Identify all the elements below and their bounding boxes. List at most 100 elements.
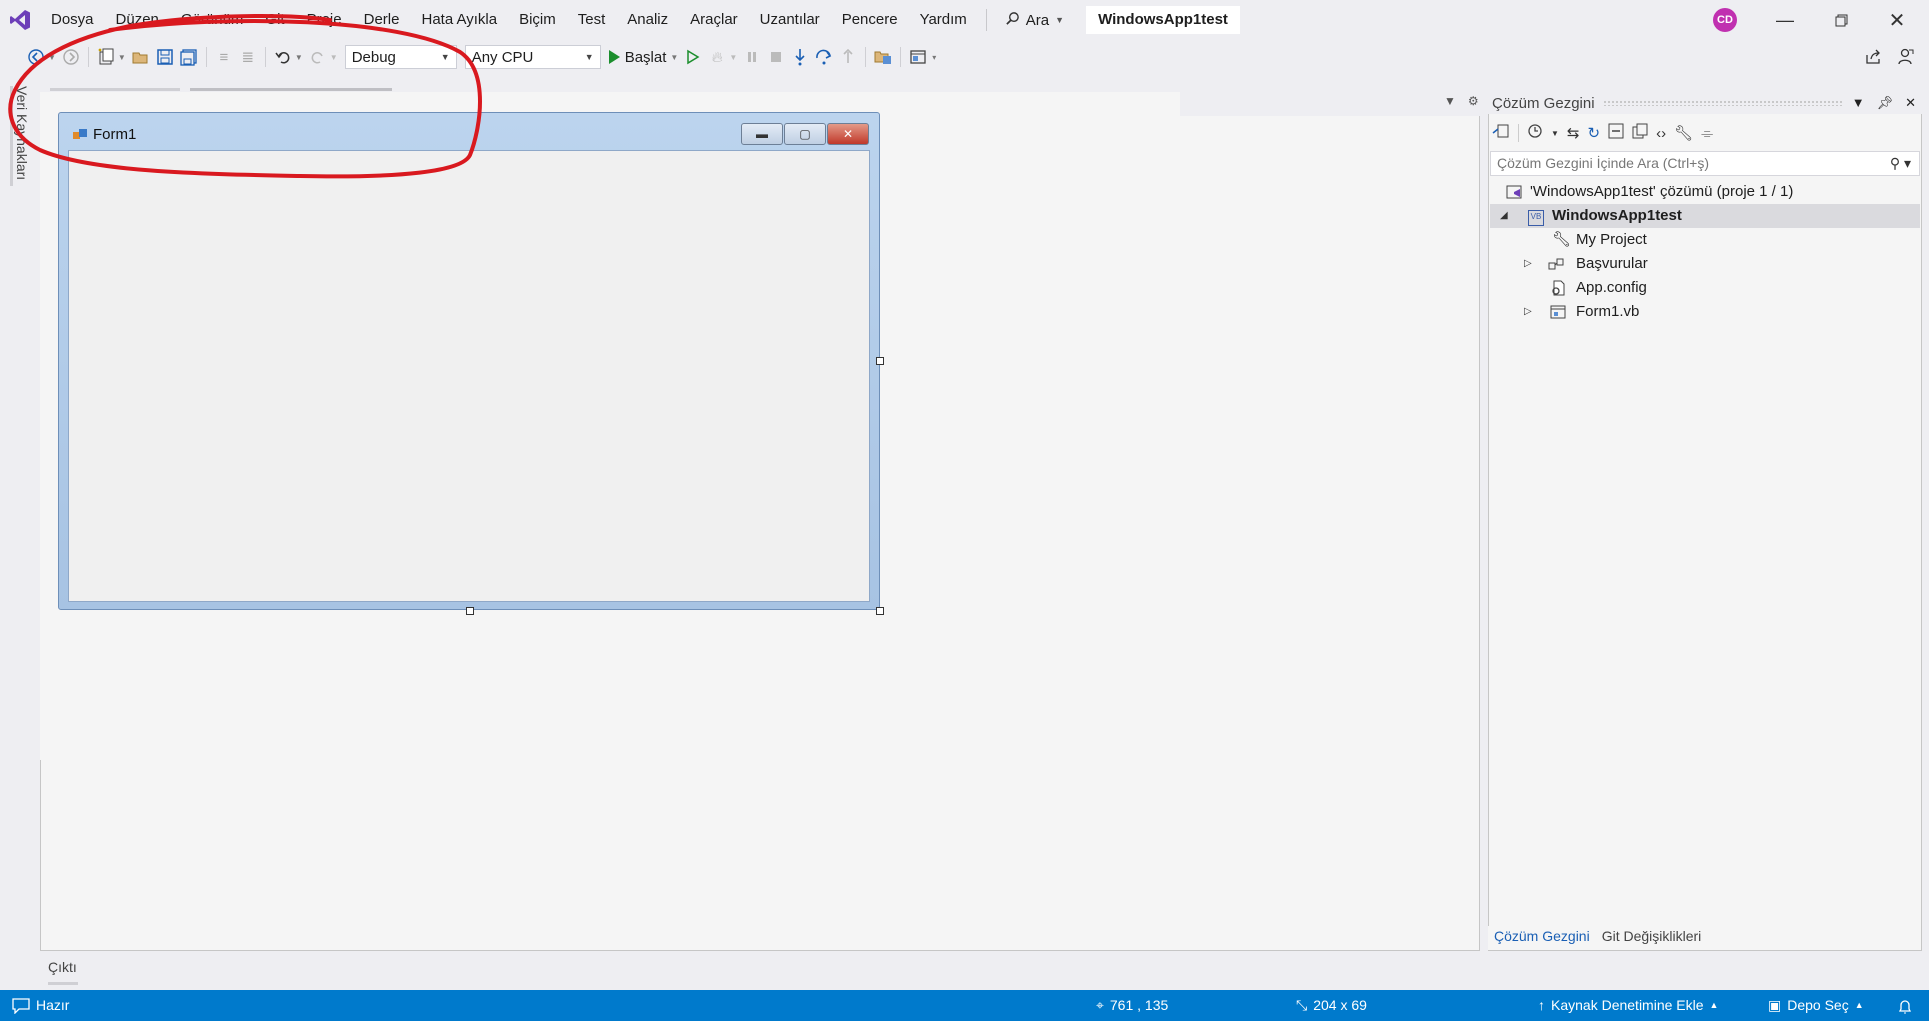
properties-wrench-icon[interactable]: 🔧︎ xyxy=(1674,124,1693,142)
document-tab-indicator[interactable] xyxy=(190,88,392,91)
refresh-icon[interactable]: ↻ xyxy=(1588,124,1601,142)
hot-reload-button[interactable]: 🔥︎ xyxy=(705,45,729,69)
form-maximize-button[interactable]: ▢ xyxy=(784,123,826,145)
uncomment-button[interactable]: ≣ xyxy=(236,45,260,69)
pending-changes-filter-icon[interactable] xyxy=(1527,123,1543,143)
play-outline-icon xyxy=(687,49,700,65)
redo-dropdown-icon[interactable]: ▼ xyxy=(330,53,338,62)
open-file-button[interactable] xyxy=(129,45,153,69)
tree-node-my-project[interactable]: 🔧︎ My Project xyxy=(1490,228,1920,252)
menu-hata-ayikla[interactable]: Hata Ayıkla xyxy=(410,0,508,40)
tree-node-label: My Project xyxy=(1576,231,1647,248)
hot-reload-dropdown-icon[interactable]: ▼ xyxy=(729,53,737,62)
collapse-all-icon[interactable] xyxy=(1608,123,1624,143)
pin-icon[interactable]: 📌︎ xyxy=(1877,95,1894,111)
solution-explorer-search-input[interactable]: Çözüm Gezgini İçinde Ara (Ctrl+ş) ⚲ ▾ xyxy=(1490,151,1920,176)
tab-git-changes[interactable]: Git Değişiklikleri xyxy=(1596,926,1708,950)
collapsed-arrow-icon[interactable]: ▷ xyxy=(1524,252,1532,276)
switch-views-icon[interactable] xyxy=(1492,123,1510,143)
back-dropdown-icon[interactable]: ▼ xyxy=(48,53,56,62)
minimize-button[interactable]: — xyxy=(1762,0,1808,40)
notifications-button[interactable] xyxy=(1898,990,1912,1021)
stop-button[interactable] xyxy=(764,45,788,69)
save-button[interactable] xyxy=(153,45,177,69)
close-icon: ✕ xyxy=(842,127,854,141)
form-client-area[interactable] xyxy=(68,150,870,602)
undo-dropdown-icon[interactable]: ▼ xyxy=(295,53,303,62)
restore-button[interactable] xyxy=(1818,0,1864,40)
form-minimize-button[interactable]: ▬ xyxy=(741,123,783,145)
expanded-arrow-icon[interactable]: ◢ xyxy=(1500,204,1508,228)
comment-button[interactable]: ≡ xyxy=(212,45,236,69)
view-code-icon[interactable]: ‹› xyxy=(1656,125,1666,142)
status-size: ⤡ 204 x 69 xyxy=(1296,990,1367,1021)
tab-dropdown-icon[interactable]: ▼ xyxy=(1444,94,1456,108)
tree-node-app-config[interactable]: App.config xyxy=(1490,276,1920,300)
menu-araclar[interactable]: Araçlar xyxy=(679,0,749,40)
resize-handle-bottom[interactable] xyxy=(466,607,474,615)
solution-configuration-select[interactable]: Debug ▼ xyxy=(344,45,457,69)
form1-window[interactable]: Form1 ▬ ▢ ✕ xyxy=(58,112,880,610)
new-project-button[interactable] xyxy=(94,45,118,69)
menu-gorunum[interactable]: Görünüm xyxy=(170,0,255,40)
close-window-button[interactable]: ✕ xyxy=(1874,0,1920,40)
forward-button[interactable] xyxy=(59,45,83,69)
menu-uzantilar[interactable]: Uzantılar xyxy=(749,0,831,40)
show-all-files-icon[interactable] xyxy=(1632,123,1648,143)
menu-pencere[interactable]: Pencere xyxy=(831,0,909,40)
resize-handle-bottom-right[interactable] xyxy=(876,607,884,615)
close-icon[interactable]: ✕ xyxy=(1905,95,1916,111)
menu-analiz[interactable]: Analiz xyxy=(616,0,679,40)
live-share-button[interactable] xyxy=(1862,45,1886,69)
start-dropdown-icon[interactable]: ▼ xyxy=(670,53,678,62)
settings-gear-icon[interactable]: ⚙ xyxy=(1468,94,1479,108)
collapsed-arrow-icon[interactable]: ▷ xyxy=(1524,300,1532,324)
save-all-button[interactable] xyxy=(177,45,201,69)
window-layout-button[interactable] xyxy=(906,45,930,69)
menu-duzen[interactable]: Düzen xyxy=(105,0,170,40)
document-tab-indicator[interactable] xyxy=(50,88,180,91)
menu-test[interactable]: Test xyxy=(567,0,617,40)
new-project-dropdown-icon[interactable]: ▼ xyxy=(118,53,126,62)
pause-button[interactable] xyxy=(740,45,764,69)
solution-platform-select[interactable]: Any CPU ▼ xyxy=(464,45,601,69)
tree-node-references[interactable]: ▷ Başvurular xyxy=(1490,252,1920,276)
step-into-button[interactable] xyxy=(788,45,812,69)
undo-button[interactable] xyxy=(271,45,295,69)
panel-dropdown-icon[interactable]: ▼ xyxy=(1852,95,1865,111)
redo-button[interactable] xyxy=(306,45,330,69)
output-tab[interactable]: Çıktı xyxy=(48,959,77,975)
menu-git[interactable]: Git xyxy=(254,0,295,40)
resize-handle-right[interactable] xyxy=(876,357,884,365)
select-repository-button[interactable]: ▣ Depo Seç ▲ xyxy=(1768,990,1864,1021)
toolbar-options-icon[interactable]: ▾ xyxy=(932,53,936,62)
tree-node-form1[interactable]: ▷ Form1.vb xyxy=(1490,300,1920,324)
menu-bicim[interactable]: Biçim xyxy=(508,0,567,40)
search-icon[interactable]: ⚲ ▾ xyxy=(1890,155,1911,172)
panel-grip[interactable] xyxy=(1602,100,1844,106)
add-to-source-control-button[interactable]: ↑ Kaynak Denetimine Ekle ▲ xyxy=(1538,990,1718,1021)
form-close-button[interactable]: ✕ xyxy=(827,123,869,145)
start-without-debugging-button[interactable] xyxy=(681,45,705,69)
preview-icon[interactable]: ⌯ xyxy=(1701,125,1713,142)
data-sources-tab[interactable]: Veri Kaynakları xyxy=(14,86,30,180)
menu-dosya[interactable]: Dosya xyxy=(40,0,105,40)
sync-with-document-icon[interactable]: ⇆ xyxy=(1567,124,1580,142)
step-out-button[interactable] xyxy=(836,45,860,69)
step-over-button[interactable] xyxy=(812,45,836,69)
tab-solution-explorer[interactable]: Çözüm Gezgini xyxy=(1488,926,1596,950)
menu-yardim[interactable]: Yardım xyxy=(909,0,978,40)
search-menu[interactable]: Ara ▼ xyxy=(995,11,1074,30)
chevron-down-icon[interactable]: ▼ xyxy=(1551,129,1559,138)
tree-node-project[interactable]: ◢ VB WindowsApp1test xyxy=(1490,204,1920,228)
solution-explorer-toolbar-button[interactable] xyxy=(871,45,895,69)
menu-proje[interactable]: Proje xyxy=(296,0,353,40)
start-debugging-button[interactable]: Başlat xyxy=(605,49,671,66)
tree-node-solution[interactable]: 'WindowsApp1test' çözümü (proje 1 / 1) xyxy=(1490,180,1920,204)
back-button[interactable] xyxy=(24,45,48,69)
toolbar-separator xyxy=(900,47,902,67)
user-avatar[interactable]: CD xyxy=(1713,8,1737,32)
visual-studio-logo-icon[interactable] xyxy=(0,0,40,40)
menu-derle[interactable]: Derle xyxy=(353,0,411,40)
feedback-button[interactable] xyxy=(1894,45,1918,69)
